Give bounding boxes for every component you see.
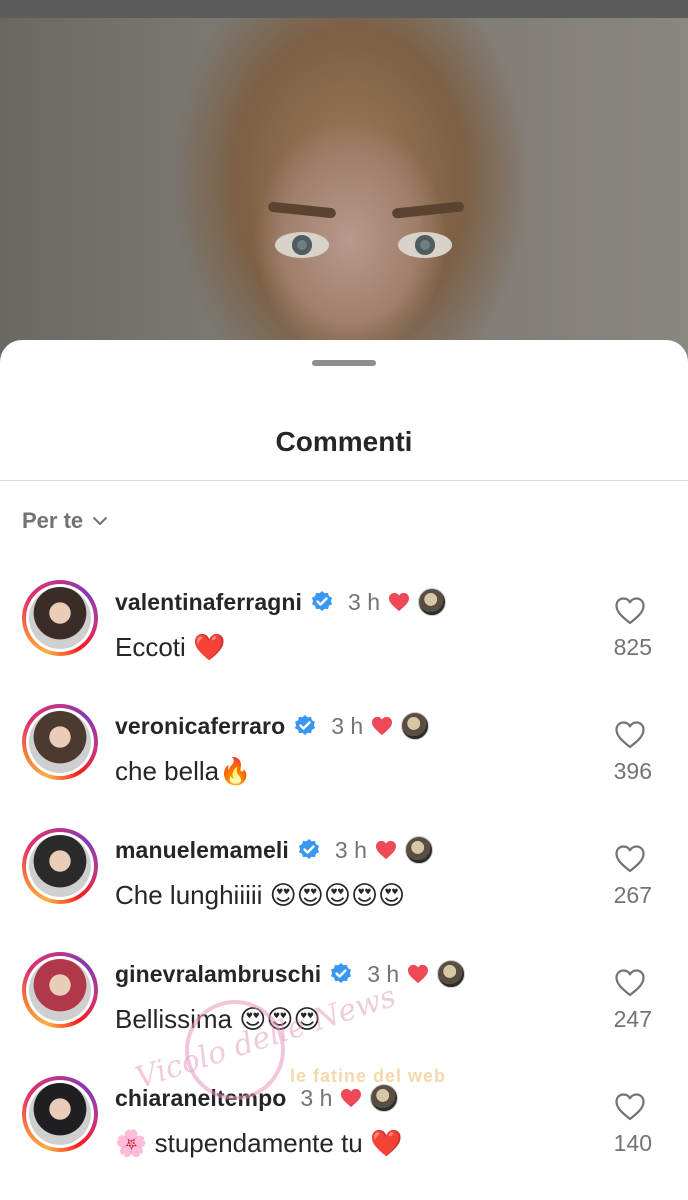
comment-text: Che lunghiiiii 😍😍😍😍😍 xyxy=(115,880,406,910)
post-photo xyxy=(0,0,688,380)
comment-username[interactable]: veronicaferraro xyxy=(115,713,285,740)
comment-timestamp: 3 h xyxy=(300,1084,333,1111)
avatar[interactable] xyxy=(29,711,91,773)
author-mini-avatar xyxy=(404,836,433,864)
avatar[interactable] xyxy=(29,835,91,897)
verified-badge-icon xyxy=(298,839,319,859)
sort-filter-dropdown[interactable]: Per te xyxy=(22,508,109,534)
verified-badge-icon xyxy=(295,715,316,735)
author-mini-avatar xyxy=(437,960,466,988)
author-liked-heart-icon xyxy=(372,716,393,736)
comment-username[interactable]: valentinaferragni xyxy=(115,589,302,616)
sheet-title: Commenti xyxy=(275,426,413,457)
right-eye xyxy=(398,232,452,258)
like-count: 247 xyxy=(613,1006,652,1032)
author-liked-heart-icon xyxy=(341,1088,362,1108)
author-mini-avatar xyxy=(370,1084,399,1112)
like-heart-icon[interactable] xyxy=(614,1092,646,1122)
like-heart-icon[interactable] xyxy=(614,844,646,874)
comment-row: valentinaferragni 3 h Eccoti ❤️ 825 xyxy=(0,580,688,690)
comment-row: manuelemameli 3 h Che lunghiiiii 😍😍😍😍😍 2… xyxy=(0,828,688,938)
author-liked-heart-icon xyxy=(389,592,410,612)
comment-text: che bella🔥 xyxy=(115,756,252,786)
like-count: 396 xyxy=(613,758,652,784)
like-heart-icon[interactable] xyxy=(614,596,646,626)
comment-text: 🌸 stupendamente tu ❤️ xyxy=(115,1128,403,1158)
comment-header: valentinaferragni 3 h xyxy=(115,588,447,616)
comment-timestamp: 3 h xyxy=(331,712,364,739)
comment-header: ginevralambruschi 3 h xyxy=(115,960,466,988)
author-liked-heart-icon xyxy=(408,964,429,984)
filter-label: Per te xyxy=(22,508,84,533)
like-heart-icon[interactable] xyxy=(614,720,646,750)
like-heart-icon[interactable] xyxy=(614,968,646,998)
left-eye xyxy=(275,232,329,258)
comment-timestamp: 3 h xyxy=(348,588,381,615)
avatar-story-ring[interactable] xyxy=(22,580,98,656)
comment-text: Eccoti ❤️ xyxy=(115,632,226,662)
author-liked-heart-icon xyxy=(375,840,396,860)
watermark-logo-circle xyxy=(185,1000,285,1100)
avatar-story-ring[interactable] xyxy=(22,952,98,1028)
watermark-banner: le fatine del web xyxy=(290,1066,447,1086)
comment-username[interactable]: ginevralambruschi xyxy=(115,961,321,988)
left-eyebrow xyxy=(267,201,337,219)
title-divider xyxy=(0,480,688,481)
avatar[interactable] xyxy=(29,959,91,1021)
like-count: 140 xyxy=(613,1130,652,1156)
avatar-story-ring[interactable] xyxy=(22,1076,98,1152)
photo-top-bar xyxy=(0,0,688,18)
like-count: 267 xyxy=(613,882,652,908)
avatar[interactable] xyxy=(29,1083,91,1145)
avatar-story-ring[interactable] xyxy=(22,704,98,780)
verified-badge-icon xyxy=(312,591,333,611)
avatar[interactable] xyxy=(29,587,91,649)
comment-username[interactable]: manuelemameli xyxy=(115,837,289,864)
like-count: 825 xyxy=(613,634,652,660)
comment-timestamp: 3 h xyxy=(334,836,367,863)
right-eyebrow xyxy=(391,201,465,219)
author-mini-avatar xyxy=(418,588,447,616)
avatar-story-ring[interactable] xyxy=(22,828,98,904)
comment-header: veronicaferraro 3 h xyxy=(115,712,430,740)
comment-header: manuelemameli 3 h xyxy=(115,836,433,864)
verified-badge-icon xyxy=(331,963,352,983)
drag-handle[interactable] xyxy=(312,360,376,366)
comment-row: veronicaferraro 3 h che bella🔥 396 xyxy=(0,704,688,814)
chevron-down-icon xyxy=(93,517,108,525)
comment-row: chiaraneltempo 3 h 🌸 stupendamente tu ❤️… xyxy=(0,1076,688,1186)
author-mini-avatar xyxy=(401,712,430,740)
